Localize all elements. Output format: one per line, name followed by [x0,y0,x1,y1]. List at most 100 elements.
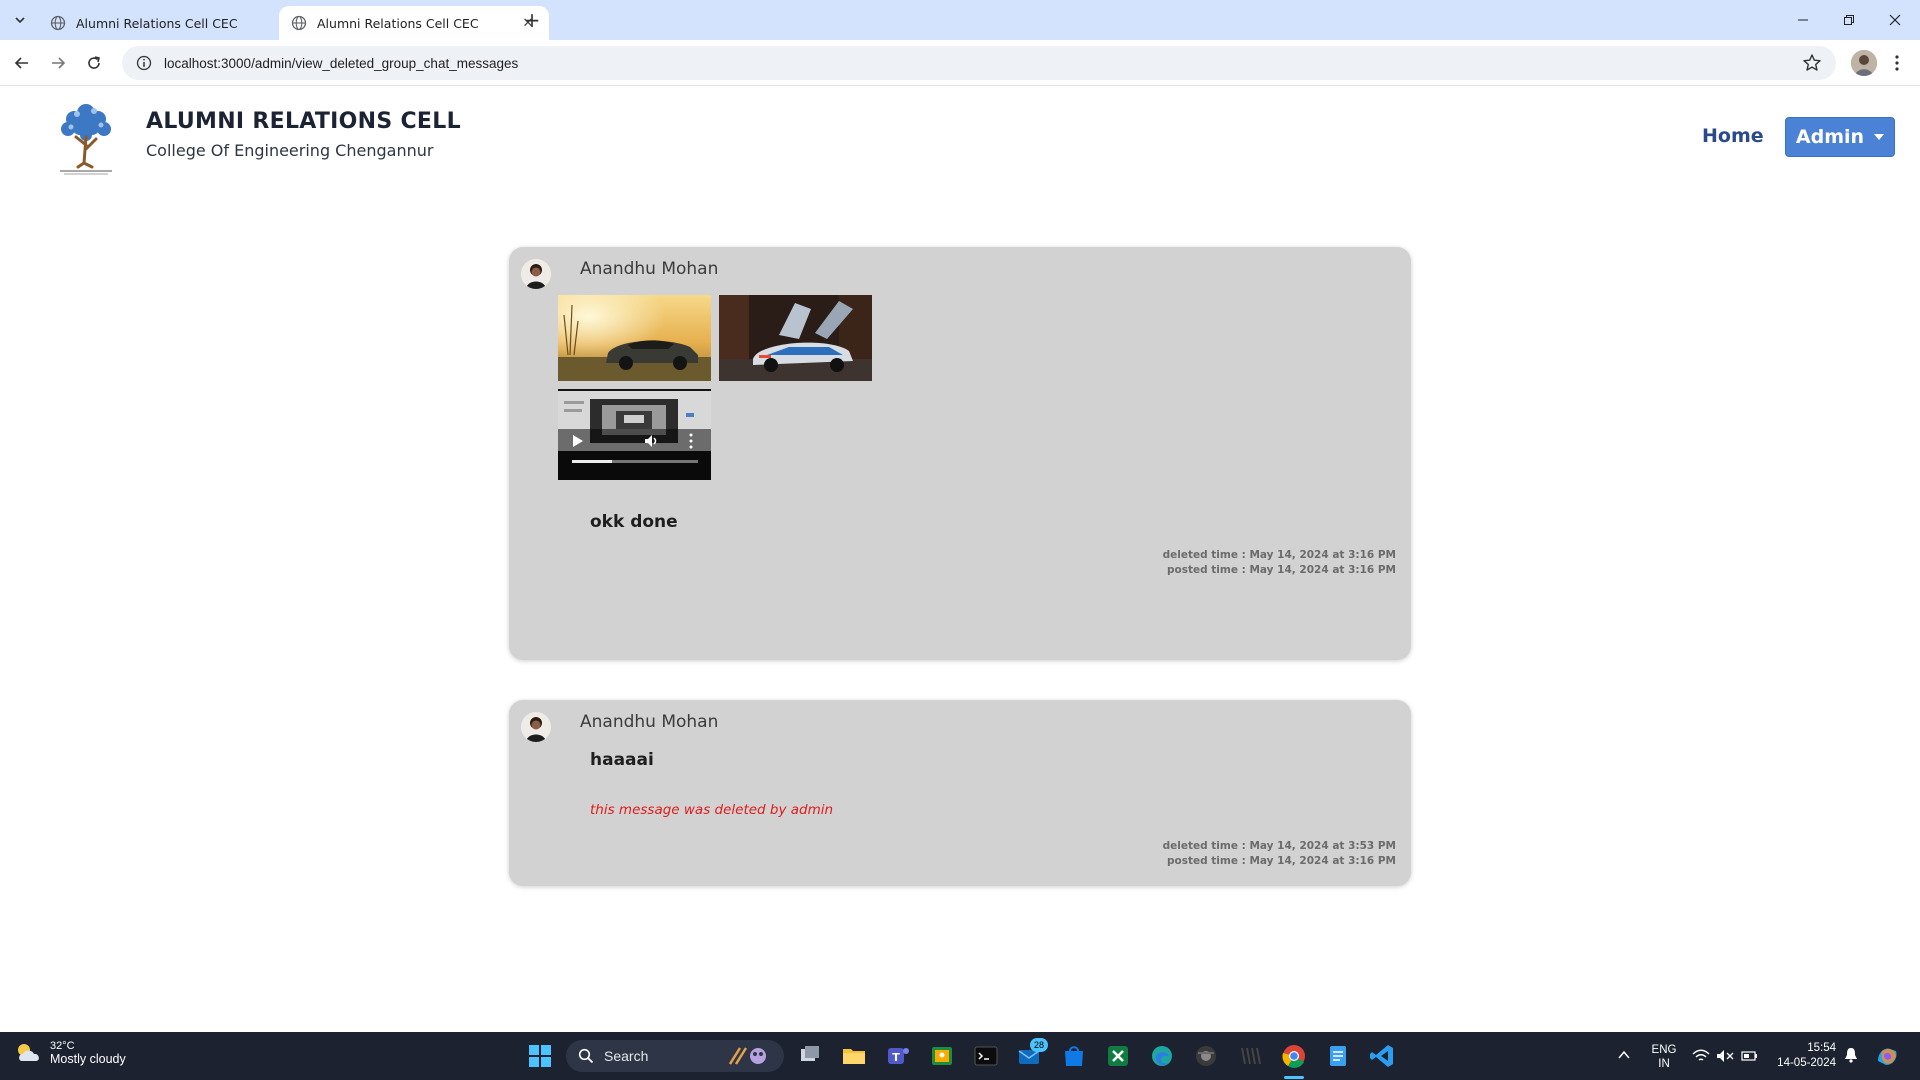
browser-tab-bar: Alumni Relations Cell CEC ✕ Alumni Relat… [0,0,1920,40]
tab-search-button[interactable] [8,8,32,32]
back-button[interactable] [8,49,36,77]
globe-icon [291,15,307,31]
classroom-icon[interactable] [928,1042,956,1070]
excel-icon[interactable] [1104,1042,1132,1070]
site-title: ALUMNI RELATIONS CELL [146,109,461,134]
file-explorer-icon[interactable] [840,1042,868,1070]
message-text: okk done [590,512,678,532]
deleted-message-card: Anandhu Mohan okk done deleted time: Ma… [509,247,1411,660]
forward-button[interactable] [44,49,72,77]
video-player[interactable] [558,389,711,480]
browser-toolbar: localhost:3000/admin/view_deleted_group_… [0,40,1920,86]
edge-icon[interactable] [1148,1042,1176,1070]
video-progress-track[interactable] [572,460,698,463]
region-code: IN [1658,1058,1670,1070]
vscode-icon[interactable] [1368,1042,1396,1070]
svg-text:T: T [892,1051,900,1064]
more-vertical-icon [1895,55,1899,71]
windows-taskbar: 32°C Mostly cloudy Search T 28 ENG IN 15… [0,1032,1920,1080]
play-icon[interactable] [572,434,584,448]
profile-avatar[interactable] [1851,50,1877,76]
chevron-down-icon [15,17,25,24]
copilot-icon[interactable] [1874,1043,1900,1069]
close-window-button[interactable] [1872,0,1918,40]
clock-time: 15:54 [1807,1042,1836,1054]
camera-app-icon[interactable] [1192,1042,1220,1070]
clock-date: 14-05-2024 [1777,1057,1836,1069]
deleted-time: deleted time : May 14, 2024 at 3:53 PM [1162,840,1396,852]
volume-icon[interactable] [643,433,659,449]
reload-icon [88,56,100,69]
restore-button[interactable] [1826,0,1872,40]
language-indicator[interactable]: ENG IN [1650,1043,1678,1071]
search-icon [578,1048,594,1064]
arrow-right-icon [52,57,66,69]
globe-icon [50,15,66,31]
car-sunset-image [558,295,711,381]
admin-dropdown-label: Admin [1795,126,1865,148]
app-icon[interactable] [1236,1042,1264,1070]
search-label: Search [604,1048,649,1064]
mail-badge: 28 [1030,1038,1048,1052]
url-text: localhost:3000/admin/view_deleted_group_… [164,55,519,71]
video-progress-fill [572,460,613,463]
sender-name: Anandhu Mohan [580,259,719,279]
car-photo-gullwing-doors[interactable] [719,295,872,381]
battery-icon[interactable] [1740,1049,1758,1063]
search-highlight-icon [728,1047,766,1065]
taskbar-search[interactable]: Search [566,1040,784,1072]
nav-home-link[interactable]: Home [1702,125,1764,147]
wifi-icon[interactable] [1692,1049,1710,1063]
car-gullwing-image [719,295,872,381]
person-icon [1851,50,1877,76]
deleted-by-admin-note: this message was deleted by admin [590,802,834,818]
more-vertical-icon[interactable] [689,433,693,449]
person-icon [521,712,551,742]
terminal-icon[interactable] [972,1042,1000,1070]
reload-button[interactable] [80,49,108,77]
windows-start-icon[interactable] [526,1042,554,1070]
chevron-up-icon[interactable] [1618,1050,1630,1060]
deleted-time: deleted time : May 14, 2024 at 3:16 PM [1162,549,1396,561]
notification-bell-icon[interactable] [1844,1047,1858,1063]
bookmark-star-icon[interactable] [1802,53,1822,73]
caret-down-icon [1874,134,1885,140]
weather-temp: 32°C [50,1040,75,1052]
deleted-message-card: Anandhu Mohan haaaai this message was de… [509,700,1411,886]
info-icon[interactable] [136,55,152,71]
sender-name: Anandhu Mohan [580,712,719,732]
new-tab-button[interactable]: + [520,8,544,32]
store-icon[interactable] [1060,1042,1088,1070]
admin-dropdown-button[interactable]: Admin [1785,117,1895,157]
message-timestamps: deleted time : May 14, 2024 at 3:16 PM p… [1163,548,1396,578]
tab-title: Alumni Relations Cell CEC [76,15,238,31]
car-photo-golden-sunset[interactable] [558,295,711,381]
weather-widget[interactable]: 32°C Mostly cloudy [14,1040,126,1066]
restore-icon [1844,15,1854,25]
notepad-icon[interactable] [1324,1042,1352,1070]
active-app-indicator [1284,1076,1304,1079]
posted-time: posted time : May 14, 2024 at 3:16 PM [1166,855,1396,867]
message-text: haaaai [590,750,654,770]
close-icon [1889,14,1901,26]
language-code: ENG [1651,1044,1677,1056]
minimize-button[interactable] [1780,0,1826,40]
browser-menu-button[interactable] [1884,50,1910,76]
alumni-cell-logo [60,104,112,175]
message-timestamps: deleted time : May 14, 2024 at 3:53 PM p… [1163,839,1396,869]
sender-avatar [521,712,551,742]
teams-icon[interactable]: T [884,1042,912,1070]
tab-title: Alumni Relations Cell CEC [317,15,479,31]
chrome-icon[interactable] [1280,1042,1308,1070]
minimize-icon [1798,19,1808,21]
site-header: ALUMNI RELATIONS CELL College Of Enginee… [0,87,1920,187]
clock[interactable]: 15:54 14-05-2024 [1770,1041,1836,1071]
browser-tab-1[interactable]: Alumni Relations Cell CEC ✕ [38,6,308,40]
task-view-icon[interactable] [796,1042,824,1070]
browser-tab-2[interactable]: Alumni Relations Cell CEC ✕ [279,6,549,40]
volume-muted-icon[interactable] [1716,1049,1734,1063]
cloudy-weather-icon [18,1044,39,1061]
site-subtitle: College Of Engineering Chengannur [146,141,434,160]
address-bar[interactable]: localhost:3000/admin/view_deleted_group_… [122,46,1836,80]
person-icon [521,259,551,289]
